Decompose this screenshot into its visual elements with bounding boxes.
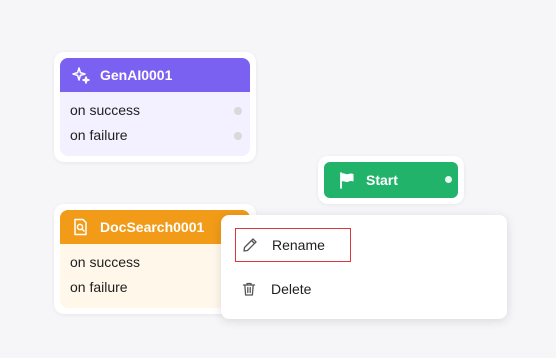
port-label: on failure: [70, 279, 128, 295]
genai-port-success: on success: [70, 98, 250, 123]
trash-icon: [241, 281, 257, 297]
genai-node-title: GenAI0001: [100, 67, 173, 83]
pencil-icon: [242, 237, 258, 253]
output-port-handle[interactable]: [445, 176, 452, 183]
menu-item-label: Delete: [271, 281, 312, 297]
menu-item-rename[interactable]: Rename: [235, 228, 351, 262]
workflow-canvas[interactable]: GenAI0001 on success on failure DocSearc…: [0, 0, 556, 358]
output-port-handle[interactable]: [234, 107, 242, 115]
port-label: on failure: [70, 127, 128, 143]
genai-node[interactable]: GenAI0001 on success on failure: [54, 52, 256, 162]
start-node[interactable]: Start: [318, 156, 464, 204]
genai-node-header[interactable]: GenAI0001: [60, 58, 250, 92]
flag-icon: [338, 171, 356, 189]
context-menu: Rename Delete: [221, 215, 507, 319]
sparkles-icon: [72, 66, 90, 84]
port-label: on success: [70, 254, 141, 270]
doc-search-icon: [72, 218, 90, 236]
menu-item-delete[interactable]: Delete: [235, 272, 351, 306]
port-label: on success: [70, 102, 141, 118]
genai-port-failure: on failure: [70, 123, 250, 148]
docsearch-node-title: DocSearch0001: [100, 219, 205, 235]
menu-item-label: Rename: [272, 237, 325, 253]
start-node-title: Start: [366, 172, 398, 188]
output-port-handle[interactable]: [234, 132, 242, 140]
